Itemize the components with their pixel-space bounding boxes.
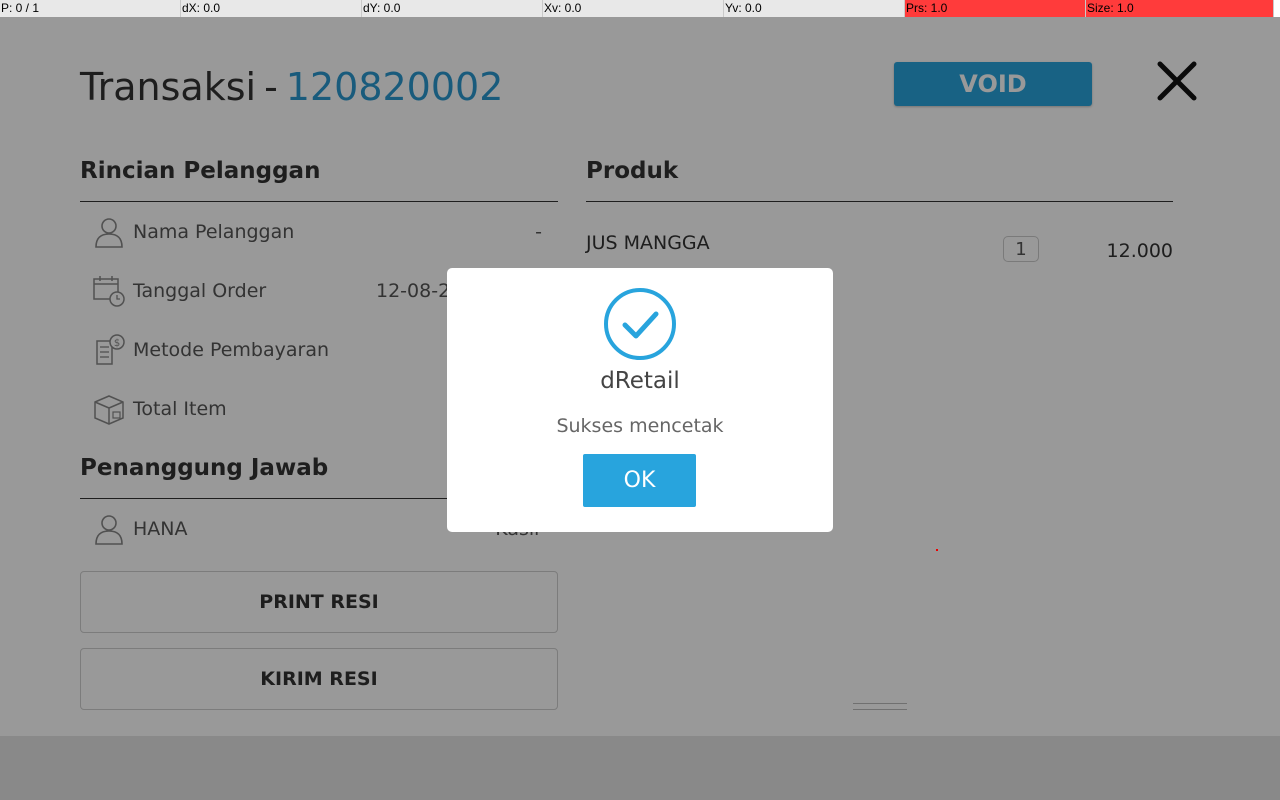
velocity-y: Yv: 0.0 xyxy=(724,0,905,17)
ok-button[interactable]: OK xyxy=(583,454,696,507)
pressure: Prs: 1.0 xyxy=(905,0,1086,17)
velocity-x: Xv: 0.0 xyxy=(543,0,724,17)
pointer-count: P: 0 / 1 xyxy=(0,0,181,17)
touch-point-marker xyxy=(936,549,938,551)
dialog-title: dRetail xyxy=(600,368,680,394)
check-circle-icon xyxy=(604,288,676,360)
touch-size: Size: 1.0 xyxy=(1086,0,1274,17)
debug-status-bar: P: 0 / 1 dX: 0.0 dY: 0.0 Xv: 0.0 Yv: 0.0… xyxy=(0,0,1280,17)
delta-y: dY: 0.0 xyxy=(362,0,543,17)
dialog-message: Sukses mencetak xyxy=(556,415,724,437)
delta-x: dX: 0.0 xyxy=(181,0,362,17)
success-dialog: dRetail Sukses mencetak OK xyxy=(447,268,833,532)
